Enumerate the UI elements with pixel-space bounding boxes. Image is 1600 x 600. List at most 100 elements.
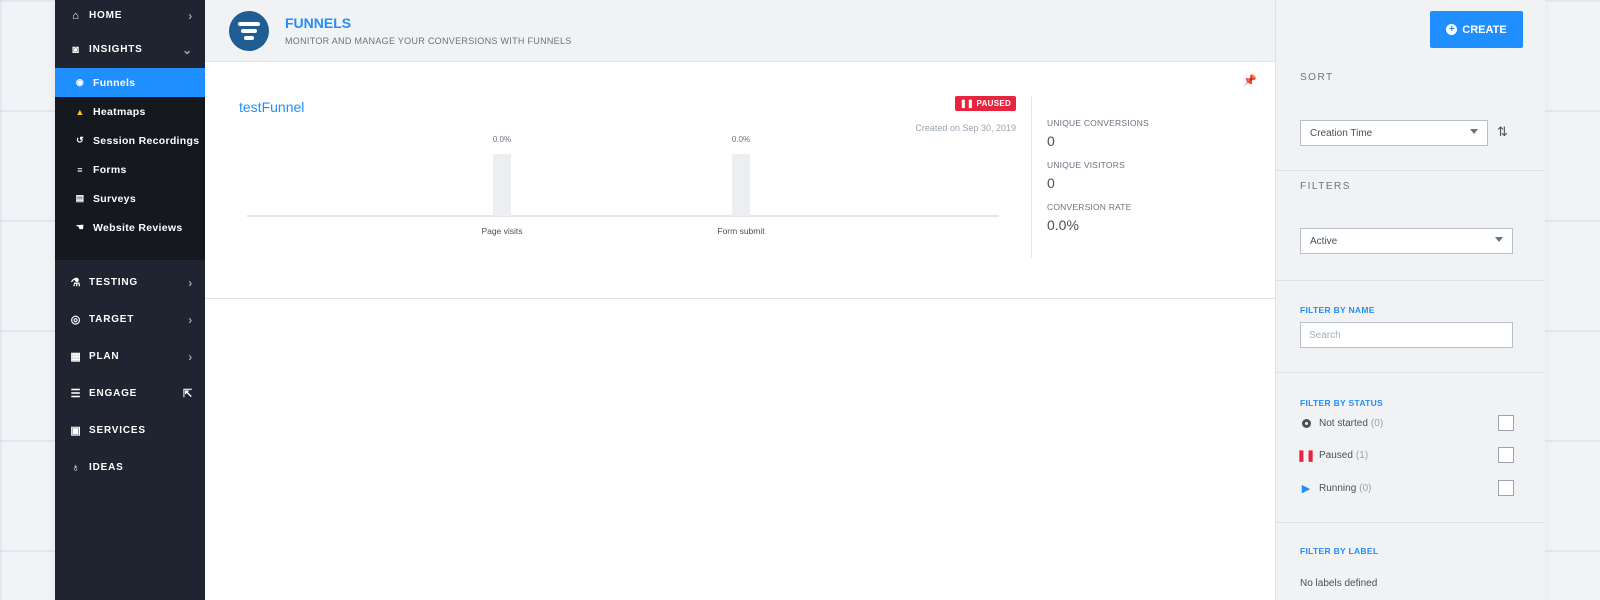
funnel-card[interactable]: 📌 testFunnel ❚❚ PAUSED Created on Sep 30… bbox=[205, 62, 1275, 299]
sidebar-subitem-surveys[interactable]: ▤ Surveys bbox=[55, 184, 205, 213]
status-count: (0) bbox=[1370, 417, 1384, 429]
pin-icon[interactable]: 📌 bbox=[1243, 74, 1257, 87]
funnel-icon: ◉ bbox=[75, 77, 85, 87]
filter-select-value: Active bbox=[1310, 235, 1338, 247]
sidebar-subitem-label: Surveys bbox=[93, 192, 136, 205]
heatmap-icon: ▲ bbox=[75, 106, 85, 117]
sidebar-item-label: ENGAGE bbox=[89, 388, 138, 399]
caret-down-icon bbox=[1495, 237, 1503, 242]
sidebar-subitem-website-reviews[interactable]: ☚ Website Reviews bbox=[55, 213, 205, 242]
funnel-logo-icon bbox=[229, 10, 269, 51]
play-icon: ▶ bbox=[1301, 482, 1311, 495]
page-subtitle: MONITOR AND MANAGE YOUR CONVERSIONS WITH… bbox=[285, 36, 572, 46]
status-count: (1) bbox=[1355, 449, 1369, 461]
filter-panel: SORT Creation Time ⇅ FILTERS Active FILT… bbox=[1275, 0, 1545, 600]
sidebar: ⌂ HOME › ◙ INSIGHTS ⌄ ◉ Funnels ▲ Heatma… bbox=[55, 0, 205, 600]
status-checkbox-not-started[interactable] bbox=[1498, 415, 1514, 431]
sidebar-item-testing[interactable]: ⚗ TESTING › bbox=[55, 264, 205, 301]
sidebar-subitem-funnels[interactable]: ◉ Funnels bbox=[55, 68, 205, 97]
testing-icon: ⚗ bbox=[70, 277, 82, 289]
stat-label-conversion-rate: CONVERSION RATE bbox=[1047, 202, 1132, 212]
stat-value-conversion-rate: 0.0% bbox=[1047, 217, 1079, 233]
sidebar-subitem-heatmaps[interactable]: ▲ Heatmaps bbox=[55, 97, 205, 126]
sidebar-item-insights[interactable]: ◙ INSIGHTS ⌄ bbox=[55, 31, 205, 68]
ideas-icon: ♁ bbox=[71, 461, 81, 474]
sidebar-item-label: INSIGHTS bbox=[89, 44, 143, 55]
sort-title: SORT bbox=[1300, 72, 1334, 83]
status-label: Not started bbox=[1319, 417, 1368, 429]
bar-data-label: 0.0% bbox=[732, 135, 750, 144]
sidebar-item-label: PLAN bbox=[89, 351, 120, 362]
chevron-right-icon: › bbox=[188, 275, 193, 290]
chevron-down-icon: ⌄ bbox=[182, 42, 193, 57]
sort-select[interactable]: Creation Time bbox=[1300, 120, 1488, 146]
caret-down-icon bbox=[1470, 129, 1478, 134]
search-input[interactable] bbox=[1300, 322, 1513, 348]
chevron-right-icon: › bbox=[188, 312, 193, 327]
insights-submenu: ◉ Funnels ▲ Heatmaps ↺ Session Recording… bbox=[55, 68, 205, 260]
sidebar-subitem-label: Funnels bbox=[93, 76, 136, 89]
stat-label-conversions: UNIQUE CONVERSIONS bbox=[1047, 118, 1149, 128]
plus-circle-icon: + bbox=[1446, 24, 1458, 35]
funnel-stats: UNIQUE CONVERSIONS 0 UNIQUE VISITORS 0 C… bbox=[1047, 118, 1149, 244]
page-title: FUNNELS bbox=[285, 15, 352, 31]
sidebar-subitem-forms[interactable]: ≡ Forms bbox=[55, 155, 205, 184]
filter-select[interactable]: Active bbox=[1300, 228, 1513, 254]
forms-icon: ≡ bbox=[77, 164, 83, 175]
status-badge: ❚❚ PAUSED bbox=[955, 96, 1017, 111]
sidebar-item-label: HOME bbox=[89, 10, 123, 21]
sidebar-subitem-session-recordings[interactable]: ↺ Session Recordings bbox=[55, 126, 205, 155]
create-button[interactable]: + CREATE bbox=[1430, 11, 1523, 48]
bar-data-label: 0.0% bbox=[493, 135, 511, 144]
filter-name-title: FILTER BY NAME bbox=[1300, 305, 1375, 315]
stat-label-visitors: UNIQUE VISITORS bbox=[1047, 160, 1125, 170]
reviews-icon: ☚ bbox=[75, 222, 85, 232]
sort-order-icon[interactable]: ⇅ bbox=[1497, 124, 1508, 140]
external-link-icon: ⇱ bbox=[182, 388, 193, 400]
status-row-not-started[interactable]: Not started (0) bbox=[1300, 414, 1514, 432]
sidebar-subitem-label: Heatmaps bbox=[93, 105, 146, 118]
filters-section: FILTERS bbox=[1276, 170, 1545, 280]
sidebar-item-home[interactable]: ⌂ HOME › bbox=[55, 0, 205, 31]
card-divider bbox=[1031, 96, 1032, 258]
status-row-running[interactable]: ▶ Running (0) bbox=[1300, 479, 1514, 497]
filter-label-title: FILTER BY LABEL bbox=[1300, 546, 1379, 556]
funnel-chart: 0.0% Page visits 0.0% Form submit bbox=[247, 135, 999, 236]
status-row-paused[interactable]: ❚❚ Paused (1) bbox=[1296, 446, 1514, 464]
sort-section: SORT bbox=[1276, 62, 1545, 170]
not-started-icon bbox=[1300, 418, 1312, 428]
services-icon: ▣ bbox=[70, 425, 82, 437]
sidebar-item-label: SERVICES bbox=[89, 425, 146, 436]
page-header: FUNNELS MONITOR AND MANAGE YOUR CONVERSI… bbox=[205, 0, 1275, 62]
funnel-bar-track bbox=[732, 154, 750, 216]
sidebar-subitem-label: Session Recordings bbox=[93, 134, 200, 147]
status-checkbox-running[interactable] bbox=[1498, 480, 1514, 496]
status-checkbox-paused[interactable] bbox=[1498, 447, 1514, 463]
sort-select-value: Creation Time bbox=[1310, 127, 1373, 139]
sidebar-item-target[interactable]: ◎ TARGET › bbox=[55, 301, 205, 338]
plan-icon: ▦ bbox=[70, 351, 82, 363]
insights-icon: ◙ bbox=[72, 43, 80, 56]
app-window: ⌂ HOME › ◙ INSIGHTS ⌄ ◉ Funnels ▲ Heatma… bbox=[55, 0, 1545, 600]
surveys-icon: ▤ bbox=[75, 193, 85, 203]
funnel-name-link[interactable]: testFunnel bbox=[239, 99, 304, 115]
status-count: (0) bbox=[1359, 482, 1372, 494]
sidebar-item-plan[interactable]: ▦ PLAN › bbox=[55, 338, 205, 375]
engage-icon: ☰ bbox=[70, 388, 82, 400]
bar-category-label: Form submit bbox=[717, 226, 765, 236]
filters-title: FILTERS bbox=[1300, 181, 1351, 192]
recording-icon: ↺ bbox=[76, 135, 84, 145]
filter-status-title: FILTER BY STATUS bbox=[1300, 398, 1384, 408]
sidebar-item-ideas[interactable]: ♁ IDEAS bbox=[55, 449, 205, 486]
sidebar-item-engage[interactable]: ☰ ENGAGE ⇱ bbox=[55, 375, 205, 412]
empty-list-area bbox=[205, 299, 1275, 600]
bar-category-label: Page visits bbox=[481, 226, 522, 236]
pause-icon: ❚❚ bbox=[960, 99, 975, 108]
sidebar-item-services[interactable]: ▣ SERVICES bbox=[55, 412, 205, 449]
target-icon: ◎ bbox=[70, 314, 82, 326]
sidebar-subitem-label: Website Reviews bbox=[93, 221, 183, 234]
stat-value-conversions: 0 bbox=[1047, 133, 1055, 149]
main-content: FUNNELS MONITOR AND MANAGE YOUR CONVERSI… bbox=[205, 0, 1275, 600]
sidebar-item-label: TARGET bbox=[89, 314, 135, 325]
pause-icon: ❚❚ bbox=[1296, 449, 1316, 462]
